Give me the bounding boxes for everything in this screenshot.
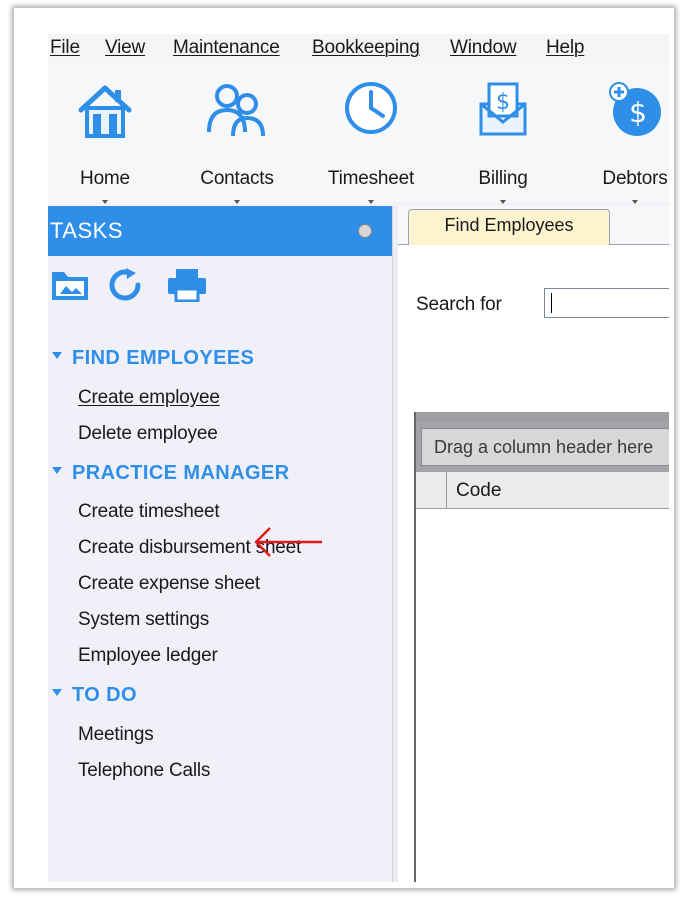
menu-bookkeeping[interactable]: Bookkeeping — [312, 37, 420, 59]
toolbar-debtors-button[interactable]: $ Debtors — [580, 80, 669, 204]
toolbar-billing-button[interactable]: $ Billing — [448, 80, 558, 204]
debtors-icon: $ — [609, 82, 661, 136]
task-pane: TASKS FIND EMPLOYEES Create employee Del… — [48, 206, 392, 882]
screenshot-frame: File View Maintenance Bookkeeping Window… — [14, 8, 674, 888]
grid-top-border — [416, 412, 669, 422]
task-pane-title: TASKS — [50, 218, 124, 243]
contacts-icon — [207, 84, 265, 137]
task-pane-header: TASKS — [48, 206, 392, 256]
employee-grid: Drag a column header here Code — [414, 412, 669, 882]
text-cursor — [551, 293, 552, 313]
tab-find-employees[interactable]: Find Employees — [408, 209, 610, 245]
search-input[interactable] — [544, 288, 669, 318]
collapse-triangle-icon — [52, 352, 62, 360]
tab-strip: Find Employees — [398, 206, 669, 245]
menu-maintenance[interactable]: Maintenance — [173, 37, 280, 59]
menu-file[interactable]: File — [50, 37, 80, 59]
task-meetings[interactable]: Meetings — [78, 724, 154, 746]
task-toolbar — [48, 264, 248, 304]
refresh-icon[interactable] — [106, 266, 146, 304]
section-find-employees[interactable]: FIND EMPLOYEES — [52, 347, 254, 370]
task-delete-employee[interactable]: Delete employee — [78, 423, 218, 445]
menu-help[interactable]: Help — [546, 37, 584, 59]
section-find-employees-title: FIND EMPLOYEES — [72, 347, 255, 369]
menu-view[interactable]: View — [105, 37, 145, 59]
menu-bar: File View Maintenance Bookkeeping Window… — [48, 34, 669, 64]
task-system-settings[interactable]: System settings — [78, 609, 209, 631]
content-pane: Find Employees Search for Drag a column … — [398, 206, 669, 882]
grid-column-header-row: Code — [416, 472, 669, 509]
task-telephone-calls[interactable]: Telephone Calls — [78, 760, 210, 782]
app-window: File View Maintenance Bookkeeping Window… — [48, 34, 669, 882]
group-by-panel[interactable]: Drag a column header here — [416, 422, 669, 472]
svg-text:$: $ — [496, 90, 510, 115]
timesheet-label: Timesheet — [327, 168, 415, 189]
billing-envelope-icon: $ — [479, 82, 527, 136]
debtors-label: Debtors — [602, 168, 668, 189]
tab-find-employees-label: Find Employees — [444, 215, 574, 235]
task-create-expense-sheet[interactable]: Create expense sheet — [78, 573, 260, 595]
menu-window[interactable]: Window — [450, 37, 517, 59]
toolbar: Home Contacts Timesheet $ Billing $ Debt… — [48, 64, 669, 204]
contacts-label: Contacts — [200, 168, 274, 189]
row-indicator-header — [416, 472, 447, 508]
home-label: Home — [80, 168, 130, 189]
toolbar-contacts-button[interactable]: Contacts — [182, 80, 292, 204]
timesheet-dropdown-caret[interactable] — [368, 200, 374, 204]
task-create-timesheet[interactable]: Create timesheet — [78, 501, 220, 523]
search-label: Search for — [416, 294, 502, 315]
task-employee-ledger[interactable]: Employee ledger — [78, 645, 218, 667]
toolbar-home-button[interactable]: Home — [50, 80, 160, 204]
toolbar-timesheet-button[interactable]: Timesheet — [316, 80, 426, 204]
billing-dropdown-caret[interactable] — [500, 200, 506, 204]
section-to-do-title: TO DO — [72, 684, 137, 706]
home-dropdown-caret[interactable] — [102, 200, 108, 204]
annotation-arrow-icon — [254, 527, 322, 557]
debtors-dropdown-caret[interactable] — [632, 200, 638, 204]
section-to-do[interactable]: TO DO — [52, 684, 137, 707]
collapse-triangle-icon — [52, 467, 62, 475]
task-create-employee[interactable]: Create employee — [78, 387, 220, 409]
contacts-dropdown-caret[interactable] — [234, 200, 240, 204]
clock-icon — [345, 82, 397, 134]
svg-text:$: $ — [629, 96, 647, 129]
section-practice-manager-title: PRACTICE MANAGER — [72, 462, 290, 484]
group-by-hint: Drag a column header here — [421, 428, 669, 466]
billing-label: Billing — [478, 168, 528, 189]
collapse-triangle-icon — [52, 689, 62, 697]
pin-icon[interactable] — [358, 224, 372, 238]
print-icon[interactable] — [166, 268, 208, 302]
column-header-code[interactable]: Code — [456, 480, 501, 502]
home-icon — [78, 85, 132, 138]
section-practice-manager[interactable]: PRACTICE MANAGER — [52, 462, 290, 485]
group-by-hint-text: Drag a column header here — [434, 437, 654, 457]
folder-icon[interactable] — [50, 268, 90, 302]
